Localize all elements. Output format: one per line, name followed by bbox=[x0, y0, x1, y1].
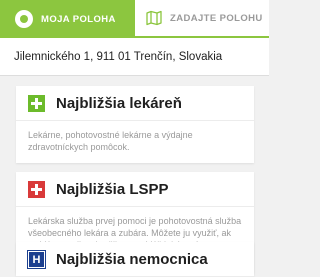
card-nearest-pharmacy[interactable]: Najbližšia lekáreň Lekárne, pohotovostné… bbox=[16, 86, 254, 163]
location-pin-icon bbox=[15, 10, 33, 28]
tab-my-location[interactable]: MOJA POLOHA bbox=[0, 0, 135, 38]
card-header: Najbližšia lekáreň bbox=[16, 86, 254, 121]
tab-enter-location-label: ZADAJTE POLOHU bbox=[170, 12, 263, 24]
location-tabs: MOJA POLOHA ZADAJTE POLOHU bbox=[0, 0, 269, 38]
card-title: Najbližšia nemocnica bbox=[56, 250, 208, 268]
current-address: Jilemnického 1, 911 01 Trenčín, Slovakia bbox=[0, 38, 269, 76]
card-title: Najbližšia lekáreň bbox=[56, 94, 182, 112]
tab-my-location-label: MOJA POLOHA bbox=[41, 13, 116, 25]
green-cross-icon bbox=[28, 94, 45, 112]
card-header: H Najbližšia nemocnica bbox=[16, 242, 254, 277]
address-text: Jilemnického 1, 911 01 Trenčín, Slovakia bbox=[14, 50, 223, 63]
red-cross-icon bbox=[28, 180, 45, 198]
card-description: Lekárne, pohotovostné lekárne a výdajne … bbox=[28, 130, 193, 152]
card-nearest-hospital[interactable]: H Najbližšia nemocnica bbox=[16, 242, 254, 277]
card-header: Najbližšia LSPP bbox=[16, 172, 254, 207]
hospital-icon: H bbox=[27, 249, 46, 269]
map-icon bbox=[146, 10, 162, 26]
tab-enter-location[interactable]: ZADAJTE POLOHU bbox=[135, 0, 269, 38]
card-title: Najbližšia LSPP bbox=[56, 180, 169, 198]
